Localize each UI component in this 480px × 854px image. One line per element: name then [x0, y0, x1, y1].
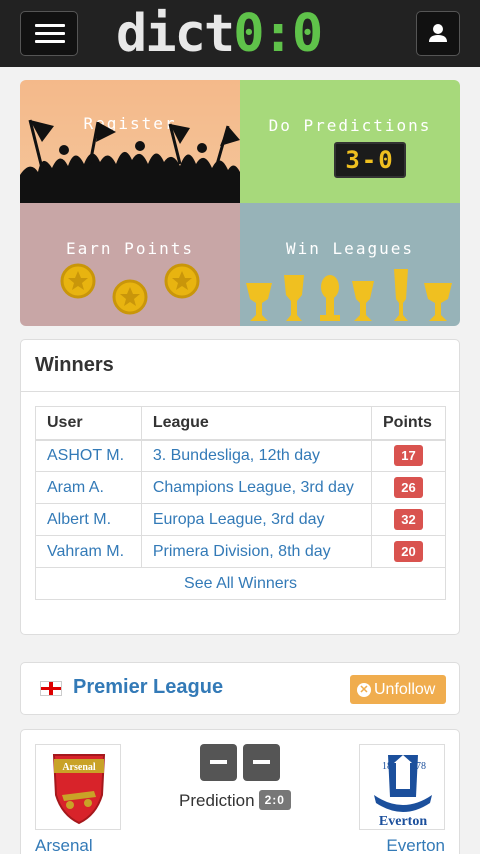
table-row: Albert M. Europa League, 3rd day 32: [35, 503, 446, 536]
tile-win-leagues[interactable]: Win Leagues: [240, 203, 460, 326]
see-all-winners-link[interactable]: See All Winners: [35, 567, 446, 600]
tile-register[interactable]: Register: [20, 80, 240, 203]
home-crest-text: Arsenal: [62, 762, 96, 773]
hero-banner: Register Do Predictions 3-0 Earn Points: [20, 80, 460, 326]
see-all-row: See All Winners: [35, 567, 446, 600]
winners-table: User League Points ASHOT M. 3. Bundeslig…: [35, 406, 446, 600]
logo-score: 0:0: [233, 4, 323, 64]
table-row: Aram A. Champions League, 3rd day 26: [35, 471, 446, 504]
table-header-row: User League Points: [35, 406, 446, 441]
trophies-icon: [246, 269, 452, 321]
winner-user-link[interactable]: Vahram M.: [35, 535, 142, 568]
points-badge: 20: [394, 541, 423, 562]
prediction-row: Prediction 2:0: [179, 790, 291, 811]
england-flag-icon: [40, 681, 62, 696]
points-badge: 32: [394, 509, 423, 530]
winner-user-link[interactable]: Albert M.: [35, 503, 142, 536]
winner-user-link[interactable]: ASHOT M.: [35, 439, 142, 472]
top-navbar: dict 0:0: [0, 0, 480, 67]
user-icon: [429, 24, 447, 42]
column-header-user: User: [35, 406, 142, 441]
winners-panel: Winners User League Points ASHOT M. 3. B…: [20, 339, 460, 635]
table-row: Vahram M. Primera Division, 8th day 20: [35, 535, 446, 568]
site-logo[interactable]: dict 0:0: [116, 4, 323, 64]
scoreboard-icon: 3-0: [334, 142, 406, 178]
everton-crest-icon[interactable]: 18 78 Everton: [359, 744, 445, 830]
tile-do-predictions[interactable]: Do Predictions 3-0: [240, 80, 460, 203]
tile-earn-points[interactable]: Earn Points: [20, 203, 240, 326]
home-score-input[interactable]: [200, 744, 237, 781]
column-header-points: Points: [371, 406, 446, 441]
user-button[interactable]: [416, 11, 460, 56]
menu-button[interactable]: [20, 11, 78, 56]
points-badge: 26: [394, 477, 423, 498]
winner-user-link[interactable]: Aram A.: [35, 471, 142, 504]
crowd-flags-icon: [20, 119, 240, 203]
winner-league-link[interactable]: 3. Bundesliga, 12th day: [140, 439, 373, 472]
tile-predictions-caption: Do Predictions: [268, 116, 432, 135]
logo-text: dict: [116, 4, 235, 64]
away-score-input[interactable]: [243, 744, 280, 781]
home-team-link[interactable]: Arsenal: [35, 836, 93, 854]
points-badge: 17: [394, 445, 423, 467]
prediction-label: Prediction: [179, 791, 255, 810]
unfollow-button[interactable]: ✕ Unfollow: [350, 675, 446, 704]
league-header-panel: Premier League ✕ Unfollow: [20, 662, 460, 715]
away-team-link[interactable]: Everton: [386, 836, 445, 854]
prediction-badge: 2:0: [258, 790, 291, 810]
winner-league-link[interactable]: Europa League, 3rd day: [140, 503, 373, 536]
winners-title: Winners: [21, 340, 459, 392]
coins-icon: [60, 263, 200, 315]
table-row: ASHOT M. 3. Bundesliga, 12th day 17: [35, 439, 446, 472]
match-card: Arsenal Prediction 2:0 18 78 Everton Arse…: [20, 729, 460, 854]
unfollow-label: Unfollow: [374, 681, 436, 698]
winner-league-link[interactable]: Primera Division, 8th day: [140, 535, 373, 568]
winner-league-link[interactable]: Champions League, 3rd day: [140, 471, 373, 504]
close-circle-icon: ✕: [357, 683, 371, 697]
away-crest-text: Everton: [379, 814, 427, 829]
arsenal-crest-icon[interactable]: Arsenal: [35, 744, 121, 830]
column-header-league: League: [140, 406, 373, 441]
league-name-link[interactable]: Premier League: [73, 676, 223, 699]
